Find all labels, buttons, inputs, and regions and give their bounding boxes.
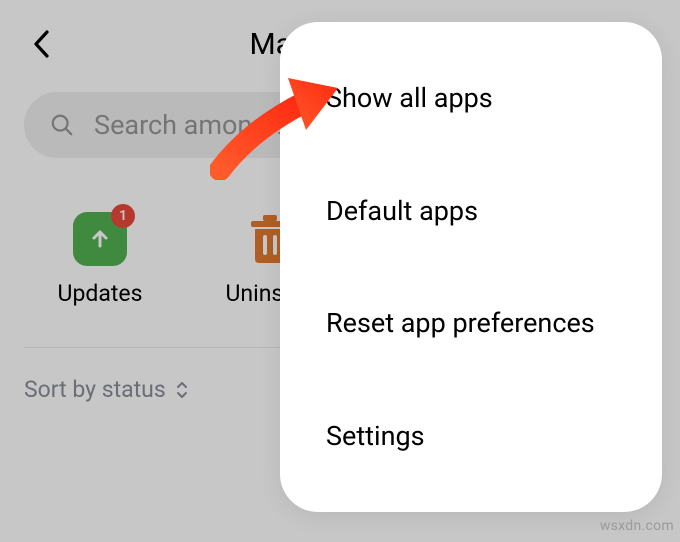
menu-show-all-apps[interactable]: Show all apps xyxy=(280,64,662,132)
overflow-menu: Show all apps Default apps Reset app pre… xyxy=(280,22,662,512)
menu-default-apps[interactable]: Default apps xyxy=(280,177,662,245)
menu-reset-preferences[interactable]: Reset app preferences xyxy=(280,289,662,357)
menu-settings[interactable]: Settings xyxy=(280,402,662,470)
watermark: wsxdn.com xyxy=(600,518,674,534)
